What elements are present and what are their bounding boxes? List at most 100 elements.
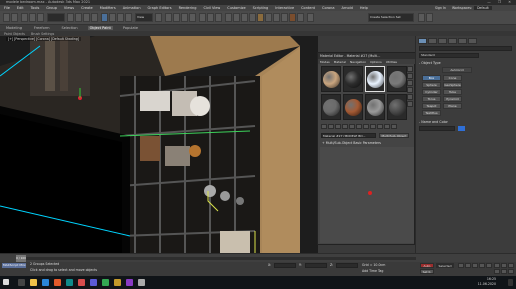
autogrid-checkbox[interactable]: AutoGrid bbox=[442, 67, 472, 73]
tab-freeform[interactable]: Freeform bbox=[32, 26, 52, 30]
box-button[interactable]: Box bbox=[422, 75, 441, 81]
sample-slot[interactable] bbox=[387, 94, 407, 120]
pivot-center-icon[interactable] bbox=[155, 13, 162, 22]
perspective-viewport[interactable]: [+] [Perspective] [Corona] [Default Shad… bbox=[0, 36, 318, 253]
tube-button[interactable]: Tube bbox=[443, 89, 462, 95]
rotate-icon[interactable] bbox=[109, 13, 116, 22]
selected-dropdown[interactable]: Selected bbox=[436, 263, 454, 268]
edit-named-selection-icon[interactable] bbox=[199, 13, 206, 22]
menu-corona[interactable]: Corona bbox=[322, 6, 334, 10]
move-icon[interactable] bbox=[101, 13, 108, 22]
go-forward-sibling-icon[interactable] bbox=[391, 124, 397, 129]
select-object-icon[interactable] bbox=[67, 13, 74, 22]
background-icon[interactable] bbox=[407, 80, 413, 86]
zoom-extents-icon[interactable] bbox=[501, 269, 507, 274]
paint-objects-panel[interactable]: Paint Objects bbox=[4, 32, 25, 36]
align-icon[interactable] bbox=[215, 13, 222, 22]
selection-filter-dropdown[interactable] bbox=[47, 13, 65, 22]
put-material-icon[interactable] bbox=[328, 124, 334, 129]
angle-snap-icon[interactable] bbox=[173, 13, 180, 22]
make-unique-icon[interactable] bbox=[349, 124, 355, 129]
scale-icon[interactable] bbox=[117, 13, 124, 22]
reference-coordinate-dropdown[interactable]: View bbox=[135, 13, 153, 22]
sample-slot[interactable] bbox=[321, 94, 341, 120]
go-to-start-icon[interactable] bbox=[458, 263, 464, 268]
search-icon[interactable] bbox=[18, 279, 25, 286]
options-icon[interactable] bbox=[407, 101, 413, 107]
edge-icon[interactable] bbox=[42, 279, 49, 286]
object-name-field[interactable] bbox=[419, 126, 455, 131]
menu-tools[interactable]: Tools bbox=[31, 6, 40, 10]
bind-space-warp-icon[interactable] bbox=[37, 13, 44, 22]
x-coordinate-field[interactable] bbox=[274, 263, 296, 268]
selection-region-icon[interactable] bbox=[83, 13, 90, 22]
menu-customize[interactable]: Customize bbox=[227, 6, 245, 10]
modify-tab-icon[interactable] bbox=[428, 38, 437, 44]
system-clock[interactable]: 16:25 11.06.2020 bbox=[478, 277, 496, 287]
display-tab-icon[interactable] bbox=[458, 38, 467, 44]
file-explorer-icon[interactable] bbox=[30, 279, 37, 286]
time-slider-knob[interactable]: 0 / 100 bbox=[16, 255, 26, 262]
corona-render-icon[interactable] bbox=[289, 13, 296, 22]
unlink-icon[interactable] bbox=[29, 13, 36, 22]
brush-settings-panel[interactable]: Brush Settings bbox=[31, 32, 54, 36]
material-editor-icon[interactable] bbox=[257, 13, 264, 22]
menu-views[interactable]: Views bbox=[64, 6, 74, 10]
add-time-tag[interactable]: Add Time Tag bbox=[362, 269, 383, 273]
toggle-ribbon-icon[interactable] bbox=[233, 13, 240, 22]
menu-scripting[interactable]: Scripting bbox=[253, 6, 269, 10]
link-icon[interactable] bbox=[21, 13, 28, 22]
time-slider-track[interactable] bbox=[16, 257, 416, 260]
time-slider[interactable]: 0 / 100 bbox=[0, 253, 516, 262]
plane-button[interactable]: Plane bbox=[443, 103, 462, 109]
reset-material-icon[interactable] bbox=[342, 124, 348, 129]
play-icon[interactable] bbox=[472, 263, 478, 268]
name-and-color-rollout-header[interactable]: - Name and Color bbox=[419, 120, 479, 125]
geosphere-button[interactable]: GeoSphere bbox=[443, 82, 462, 88]
render-in-cloud-icon[interactable] bbox=[307, 13, 314, 22]
menu-edit[interactable]: Edit bbox=[17, 6, 24, 10]
select-by-name-icon[interactable] bbox=[75, 13, 82, 22]
placement-icon[interactable] bbox=[125, 13, 132, 22]
tab-populate[interactable]: Populate bbox=[121, 26, 140, 30]
me-menu-utilities[interactable]: Utilities bbox=[386, 60, 397, 64]
sphere-button[interactable]: Sphere bbox=[422, 82, 441, 88]
zoom-icon[interactable] bbox=[494, 263, 500, 268]
multi-sub-object-rollout-header[interactable]: + Multi/Sub-Object Basic Parameters bbox=[320, 141, 414, 146]
pan-icon[interactable] bbox=[508, 263, 514, 268]
cylinder-button[interactable]: Cylinder bbox=[422, 89, 441, 95]
menu-civil-view[interactable]: Civil View bbox=[203, 6, 220, 10]
menu-content[interactable]: Content bbox=[301, 6, 315, 10]
show-in-viewport-icon[interactable] bbox=[370, 124, 376, 129]
menu-create[interactable]: Create bbox=[81, 6, 93, 10]
curve-editor-icon[interactable] bbox=[241, 13, 248, 22]
me-menu-material[interactable]: Material bbox=[334, 60, 346, 64]
sample-slot[interactable] bbox=[321, 66, 341, 92]
app-icon[interactable] bbox=[126, 279, 133, 286]
material-name-field[interactable]: Material #27 (MODELE BD... bbox=[321, 132, 376, 138]
create-tab-icon[interactable] bbox=[418, 38, 427, 44]
tab-modeling[interactable]: Modeling bbox=[4, 26, 24, 30]
sign-in-button[interactable]: Sign In bbox=[435, 6, 446, 10]
backlight-icon[interactable] bbox=[407, 73, 413, 79]
media-icon[interactable] bbox=[426, 13, 433, 22]
window-crossing-icon[interactable] bbox=[91, 13, 98, 22]
menu-modifiers[interactable]: Modifiers bbox=[100, 6, 116, 10]
material-id-channel-icon[interactable] bbox=[363, 124, 369, 129]
layer-explorer-icon[interactable] bbox=[225, 13, 232, 22]
me-menu-navigation[interactable]: Navigation bbox=[350, 60, 366, 64]
y-coordinate-field[interactable] bbox=[305, 263, 327, 268]
render-setup-icon[interactable] bbox=[265, 13, 272, 22]
menu-help[interactable]: Help bbox=[360, 6, 368, 10]
selection-set-dropdown[interactable]: Create Selection Set bbox=[368, 13, 414, 22]
sample-slot[interactable] bbox=[365, 94, 385, 120]
next-frame-icon[interactable] bbox=[479, 263, 485, 268]
assign-material-icon[interactable] bbox=[335, 124, 341, 129]
get-material-icon[interactable] bbox=[321, 124, 327, 129]
spinner-snap-icon[interactable] bbox=[189, 13, 196, 22]
cone-button[interactable]: Cone bbox=[443, 75, 462, 81]
material-type-button[interactable]: Multi/Sub-Object bbox=[379, 132, 409, 138]
me-menu-options[interactable]: Options bbox=[370, 60, 382, 64]
corona-frame-buffer-icon[interactable] bbox=[297, 13, 304, 22]
tab-object-paint[interactable]: Object Paint bbox=[87, 26, 113, 30]
